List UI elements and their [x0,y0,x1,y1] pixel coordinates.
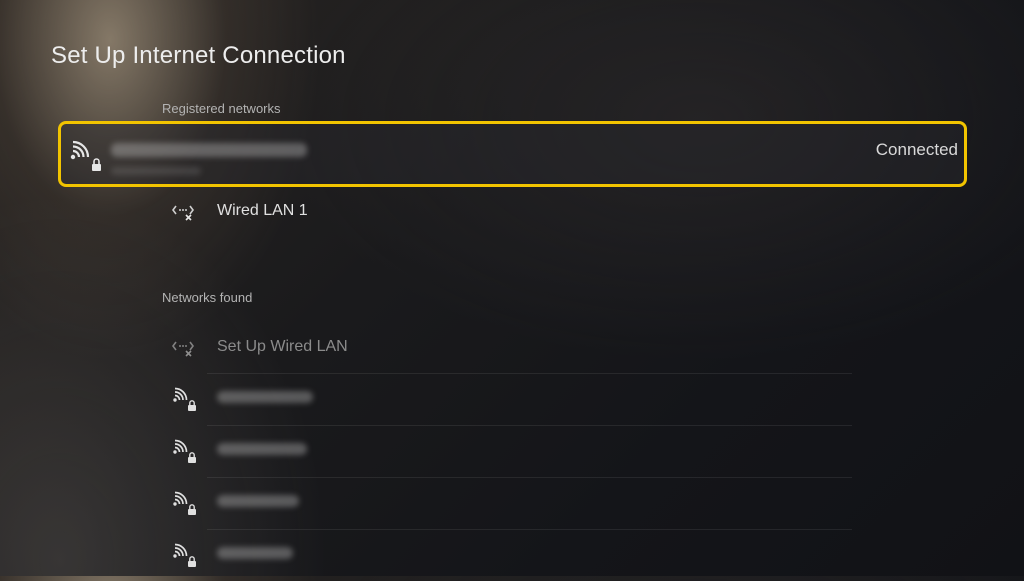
network-subtext-blurred [111,162,201,180]
network-name-blurred [217,442,307,460]
connection-status: Connected [875,140,958,159]
wifi-lock-icon [171,542,197,568]
wifi-lock-icon [171,438,197,464]
network-name-blurred [111,143,307,162]
found-network-wifi-1[interactable] [162,373,852,425]
network-label: Set Up Wired LAN [217,338,348,355]
wired-lan-disconnected-icon [171,334,197,360]
networks-found-heading: Networks found [162,290,253,305]
wifi-lock-icon [171,386,197,412]
setup-wired-lan-option[interactable]: Set Up Wired LAN [162,321,852,373]
page-title: Set Up Internet Connection [51,42,346,69]
registered-network-wifi[interactable]: Connected [58,121,967,187]
network-name-blurred [217,494,299,512]
network-name-blurred [217,390,313,408]
wifi-lock-icon [67,138,101,172]
registered-network-wired-lan-1[interactable]: Wired LAN 1 [162,185,852,237]
registered-networks-heading: Registered networks [162,101,281,116]
found-network-wifi-3[interactable] [162,477,852,529]
found-network-wifi-2[interactable] [162,425,852,477]
network-label: Wired LAN 1 [217,202,308,219]
found-network-wifi-4[interactable] [162,529,852,581]
network-name-blurred [217,546,293,564]
wired-lan-disconnected-icon [171,198,197,224]
wifi-lock-icon [171,490,197,516]
